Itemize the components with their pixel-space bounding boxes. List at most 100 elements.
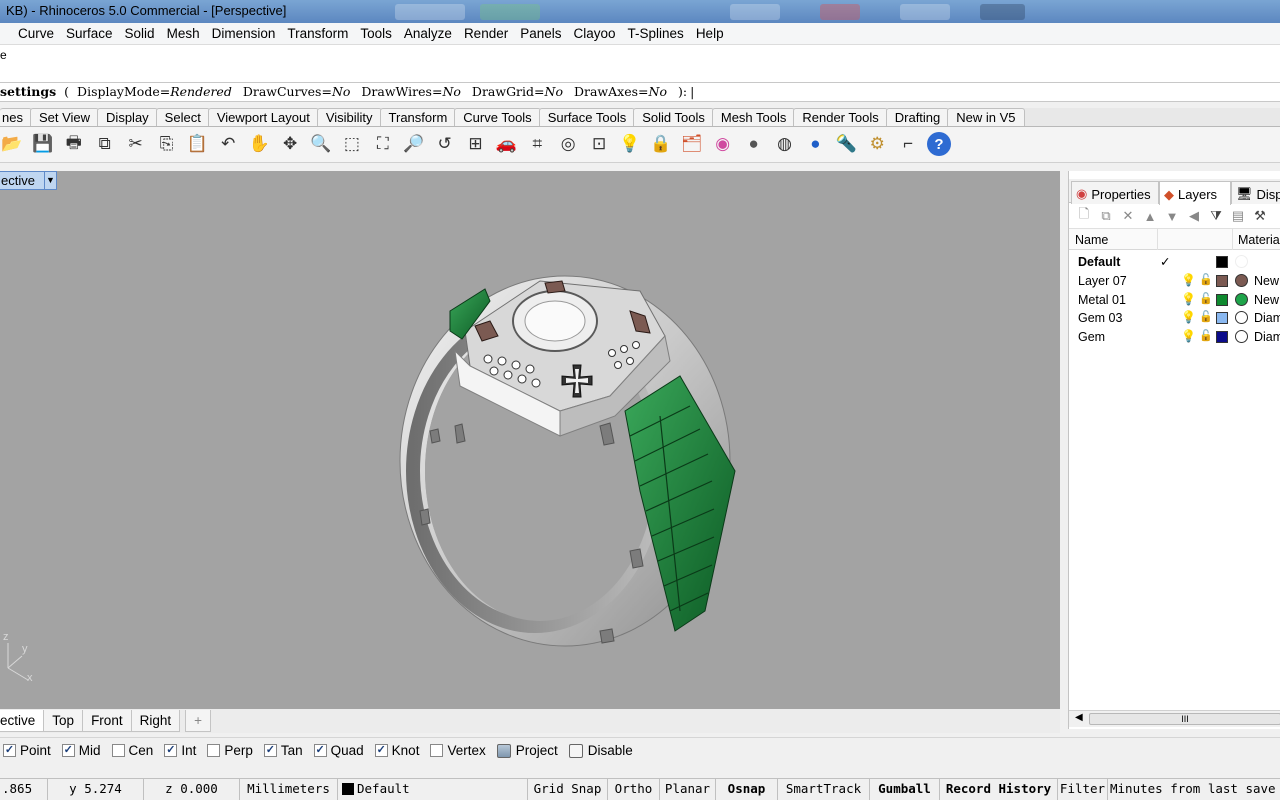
toolbar-tab-nes[interactable]: nes bbox=[0, 108, 32, 126]
rotate-view-icon[interactable]: ✥ bbox=[278, 132, 302, 156]
menu-surface[interactable]: Surface bbox=[60, 26, 119, 41]
checkbox[interactable] bbox=[263, 744, 277, 757]
pan-icon[interactable]: ✋ bbox=[247, 132, 271, 156]
toolbar-tab-render-tools[interactable]: Render Tools bbox=[793, 108, 888, 126]
viewport-tab-top[interactable]: Top bbox=[43, 710, 84, 732]
undo-view-icon[interactable]: ↺ bbox=[433, 132, 457, 156]
layer-states-icon[interactable]: ▤ bbox=[1227, 207, 1249, 225]
command-option[interactable]: DisplayMode=Rendered bbox=[77, 84, 232, 99]
viewport-tab-right[interactable]: Right bbox=[130, 710, 181, 732]
toolbar-tab-set-view[interactable]: Set View bbox=[29, 108, 100, 126]
toolbar-tab-mesh-tools[interactable]: Mesh Tools bbox=[711, 108, 796, 126]
four-view-icon[interactable]: ⊞ bbox=[464, 132, 488, 156]
osnap-quad[interactable]: Quad bbox=[313, 743, 364, 758]
viewport-tab-front[interactable]: Front bbox=[82, 710, 132, 732]
layer-color-swatch[interactable] bbox=[1216, 274, 1228, 287]
layer-name[interactable]: Layer 07 bbox=[1078, 274, 1127, 288]
osnap-vertex[interactable]: Vertex bbox=[430, 743, 486, 758]
layer-name[interactable]: Gem 03 bbox=[1078, 311, 1122, 325]
material-swatch[interactable] bbox=[1235, 273, 1248, 287]
layer-row[interactable]: Gem 03 💡 🔓 Diam bbox=[1069, 309, 1280, 328]
grid-snap-toggle[interactable]: Grid Snap bbox=[528, 779, 608, 800]
layer-row[interactable]: Gem 💡 🔓 Diam bbox=[1069, 328, 1280, 347]
checkbox[interactable] bbox=[111, 744, 125, 757]
render-sphere-icon[interactable]: ● bbox=[742, 132, 766, 156]
unlock-icon[interactable]: 🔓 bbox=[1199, 329, 1213, 342]
toolbar-tab-transform[interactable]: Transform bbox=[379, 108, 457, 126]
material-swatch[interactable] bbox=[1235, 330, 1248, 344]
command-option[interactable]: DrawAxes=No bbox=[574, 84, 667, 99]
osnap-tan[interactable]: Tan bbox=[263, 743, 303, 758]
scroll-thumb[interactable]: III bbox=[1089, 713, 1280, 725]
move-down-icon[interactable]: ▼ bbox=[1161, 207, 1183, 225]
checkbox[interactable] bbox=[313, 744, 327, 757]
undo-icon[interactable]: ↶ bbox=[216, 132, 240, 156]
viewport-tab-ective[interactable]: ective bbox=[0, 710, 45, 732]
material-swatch[interactable] bbox=[1235, 292, 1248, 306]
layer-row[interactable]: Default ✓ bbox=[1069, 253, 1280, 272]
osnap-int[interactable]: Int bbox=[164, 743, 196, 758]
current-layer[interactable]: Default bbox=[338, 779, 528, 800]
tools-icon[interactable]: ⚒ bbox=[1249, 207, 1271, 225]
project-toggle[interactable]: Project bbox=[496, 743, 558, 758]
menu-render[interactable]: Render bbox=[458, 26, 514, 41]
layer-color-swatch[interactable] bbox=[1216, 312, 1228, 325]
grid-icon[interactable]: ⌗ bbox=[525, 132, 549, 156]
osnap-toggle[interactable]: Osnap bbox=[716, 779, 778, 800]
checkbox[interactable] bbox=[164, 744, 178, 757]
help-icon[interactable]: ? bbox=[927, 132, 951, 156]
menu-t-splines[interactable]: T-Splines bbox=[622, 26, 690, 41]
print-icon[interactable]: 🖶 bbox=[62, 132, 86, 156]
layer-icon[interactable]: 🗂 bbox=[680, 132, 704, 156]
layer-color-swatch[interactable] bbox=[1216, 256, 1228, 268]
menu-clayoo[interactable]: Clayoo bbox=[568, 26, 622, 41]
record-history-toggle[interactable]: Record History bbox=[940, 779, 1058, 800]
new-viewport-button[interactable]: + bbox=[185, 710, 211, 732]
toolbar-tab-viewport-layout[interactable]: Viewport Layout bbox=[207, 108, 319, 126]
layer-row[interactable]: Metal 01 💡 🔓 New bbox=[1069, 291, 1280, 310]
viewport-menu-button[interactable]: ▼ bbox=[44, 171, 57, 190]
menu-help[interactable]: Help bbox=[690, 26, 730, 41]
zoom-extents-icon[interactable]: ⛶ bbox=[371, 132, 395, 156]
menu-tools[interactable]: Tools bbox=[354, 26, 398, 41]
toolbar-tab-solid-tools[interactable]: Solid Tools bbox=[633, 108, 714, 126]
command-option[interactable]: DrawCurves=No bbox=[243, 84, 351, 99]
viewport-title[interactable]: ective bbox=[0, 171, 47, 190]
blue-sphere-icon[interactable]: ● bbox=[803, 132, 827, 156]
layer-color-swatch[interactable] bbox=[1216, 293, 1228, 306]
target-icon[interactable]: ◎ bbox=[556, 132, 580, 156]
osnap-point[interactable]: Point bbox=[3, 743, 51, 758]
visibility-bulb-icon[interactable]: 💡 bbox=[1181, 273, 1196, 287]
osnap-mid[interactable]: Mid bbox=[61, 743, 101, 758]
car-icon[interactable]: 🚗 bbox=[494, 132, 518, 156]
save-icon[interactable]: 💾 bbox=[31, 132, 55, 156]
unlock-icon[interactable]: 🔓 bbox=[1199, 310, 1213, 323]
toolbar-tab-drafting[interactable]: Drafting bbox=[885, 108, 950, 126]
move-up-icon[interactable]: ▲ bbox=[1139, 207, 1161, 225]
material-swatch[interactable] bbox=[1235, 311, 1248, 325]
visibility-bulb-icon[interactable]: 💡 bbox=[1181, 292, 1196, 306]
checkbox[interactable] bbox=[430, 744, 444, 757]
column-name[interactable]: Name bbox=[1075, 233, 1108, 247]
move-parent-icon[interactable]: ◀ bbox=[1183, 207, 1205, 225]
command-option[interactable]: DrawWires=No bbox=[361, 84, 461, 99]
command-option[interactable]: DrawGrid=No bbox=[472, 84, 563, 99]
delete-layer-icon[interactable]: ✕ bbox=[1117, 207, 1139, 225]
unlock-icon[interactable]: 🔓 bbox=[1199, 273, 1213, 286]
layer-name[interactable]: Metal 01 bbox=[1078, 293, 1126, 307]
gumball-toggle[interactable]: Gumball bbox=[870, 779, 940, 800]
zoom-icon[interactable]: 🔍 bbox=[309, 132, 333, 156]
filter-button[interactable]: Filter bbox=[1058, 779, 1108, 800]
cut-icon[interactable]: ✂ bbox=[124, 132, 148, 156]
menu-curve[interactable]: Curve bbox=[12, 26, 60, 41]
checkbox[interactable] bbox=[374, 744, 388, 757]
scroll-left-icon[interactable]: ◀ bbox=[1075, 712, 1083, 723]
color-wheel-icon[interactable]: ◉ bbox=[711, 132, 735, 156]
material-swatch[interactable] bbox=[1235, 255, 1248, 268]
layer-row[interactable]: Layer 07 💡 🔓 New bbox=[1069, 272, 1280, 291]
tab-display[interactable]: 🖥Displ bbox=[1231, 181, 1280, 204]
checkbox[interactable] bbox=[3, 744, 16, 757]
command-line[interactable]: settings (DisplayMode=Rendered DrawCurves=… bbox=[0, 82, 1280, 102]
units[interactable]: Millimeters bbox=[240, 779, 338, 800]
menu-dimension[interactable]: Dimension bbox=[206, 26, 282, 41]
